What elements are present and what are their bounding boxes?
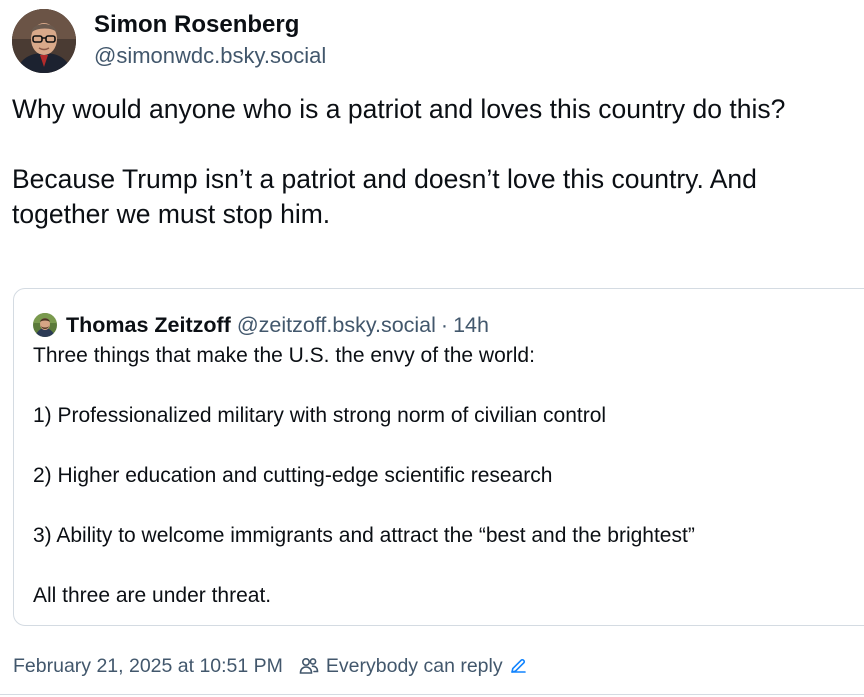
post-timestamp: February 21, 2025 at 10:51 PM: [13, 654, 283, 677]
post-text: Why would anyone who is a patriot and lo…: [12, 92, 852, 232]
author-avatar[interactable]: [12, 9, 76, 73]
quoted-paragraph: 3) Ability to welcome immigrants and att…: [33, 524, 695, 547]
quoted-header-separator: ·: [440, 312, 449, 337]
post-meta: February 21, 2025 at 10:51 PM Everybody …: [13, 652, 527, 680]
quoted-post-card[interactable]: Thomas Zeitzoff @zeitzoff.bsky.social · …: [13, 288, 864, 626]
quoted-author-handle[interactable]: @zeitzoff.bsky.social: [237, 313, 436, 338]
quoted-author-avatar-image: [33, 313, 57, 337]
quoted-post-text: Three things that make the U.S. the envy…: [33, 341, 853, 611]
post-paragraph: Because Trump isn’t a patriot and doesn’…: [12, 164, 757, 229]
author-handle[interactable]: @simonwdc.bsky.social: [94, 43, 326, 69]
author-avatar-image: [12, 9, 76, 73]
quoted-author-avatar[interactable]: [33, 313, 57, 337]
post-thread-item: Simon Rosenberg @simonwdc.bsky.social Wh…: [0, 0, 864, 697]
reply-setting-button[interactable]: Everybody can reply: [326, 655, 503, 678]
pencil-icon[interactable]: [509, 657, 527, 675]
quoted-paragraph: 2) Higher education and cutting-edge sci…: [33, 464, 553, 487]
author-name[interactable]: Simon Rosenberg: [94, 11, 299, 39]
post-paragraph: Why would anyone who is a patriot and lo…: [12, 94, 786, 124]
quoted-paragraph: All three are under threat.: [33, 584, 272, 607]
quoted-author-name[interactable]: Thomas Zeitzoff: [66, 313, 231, 338]
quoted-post-header: Thomas Zeitzoff @zeitzoff.bsky.social · …: [33, 311, 489, 339]
quoted-paragraph: 1) Professionalized military with strong…: [33, 404, 607, 427]
people-icon: [298, 655, 320, 677]
quoted-paragraph: Three things that make the U.S. the envy…: [33, 344, 535, 367]
quoted-post-time[interactable]: 14h: [453, 313, 489, 338]
bottom-divider: [0, 694, 864, 695]
